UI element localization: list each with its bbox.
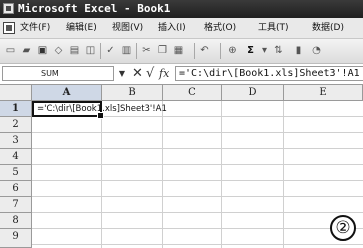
chart-icon[interactable]: ▮ — [292, 44, 305, 57]
toolbar-separator — [136, 43, 137, 59]
toolbar-separator — [100, 43, 101, 59]
gridline — [162, 101, 163, 248]
gridline — [32, 196, 363, 197]
chevron-down-icon[interactable]: ▼ — [117, 66, 127, 81]
row-header-7[interactable]: 7 — [0, 197, 32, 213]
new-icon[interactable]: ▭ — [4, 44, 17, 57]
column-header-d[interactable]: D — [222, 85, 284, 101]
paste-icon[interactable]: ▦ — [172, 44, 185, 57]
row-header-4[interactable]: 4 — [0, 149, 32, 165]
select-all-corner[interactable] — [0, 85, 32, 101]
gridline — [32, 132, 363, 133]
column-header-a[interactable]: A — [32, 85, 102, 101]
print-preview-icon[interactable]: ◫ — [84, 44, 97, 57]
menu-file[interactable]: 文件(F) — [20, 18, 50, 38]
gridline — [32, 228, 363, 229]
formula-bar: SUM ▼ ✕ √ fx ='C:\dir\[Book1.xls]Sheet3'… — [0, 64, 363, 85]
workbook-icon[interactable] — [3, 22, 15, 34]
insert-function-icon[interactable]: fx — [159, 65, 169, 82]
enter-icon[interactable]: √ — [146, 65, 154, 82]
toolbar-separator — [220, 43, 221, 59]
gridline — [32, 180, 363, 181]
row-header-9[interactable]: 9 — [0, 229, 32, 248]
autosum-dropdown-icon[interactable]: ▾ — [258, 44, 271, 57]
row-header-1[interactable]: 1 — [0, 101, 32, 117]
cancel-icon[interactable]: ✕ — [132, 65, 143, 82]
toolbar-separator — [194, 43, 195, 59]
permission-icon[interactable]: ◇ — [52, 44, 65, 57]
standard-toolbar: ▭ ▰ ▣ ◇ ▤ ◫ ✓ ▥ ✂ ❐ ▦ ↶ ⊕ Σ ▾ ⇅ ▮ ◔ — [0, 39, 363, 64]
print-icon[interactable]: ▤ — [68, 44, 81, 57]
sort-ascending-icon[interactable]: ⇅ — [272, 44, 285, 57]
gridline — [221, 101, 222, 248]
excel-window: Microsoft Excel - Book1 文件(F) 编辑(E) 视图(V… — [0, 0, 363, 248]
column-header-b[interactable]: B — [102, 85, 163, 101]
hyperlink-icon[interactable]: ⊕ — [226, 44, 239, 57]
row-header-3[interactable]: 3 — [0, 133, 32, 149]
menu-data[interactable]: 数据(D) — [312, 18, 344, 38]
save-icon[interactable]: ▣ — [36, 44, 49, 57]
research-icon[interactable]: ▥ — [120, 44, 133, 57]
gridline — [32, 164, 363, 165]
row-header-5[interactable]: 5 — [0, 165, 32, 181]
row-header-6[interactable]: 6 — [0, 181, 32, 197]
window-title: Microsoft Excel - Book1 — [18, 2, 171, 15]
undo-icon[interactable]: ↶ — [198, 44, 211, 57]
gridline — [101, 101, 102, 248]
formula-input[interactable]: ='C:\dir\[Book1.xls]Sheet3'!A1 — [175, 66, 363, 81]
gridline — [283, 101, 284, 248]
worksheet-grid: A B C D E 1 2 3 4 5 6 7 8 9 ='C:\dir\[Bo… — [0, 85, 363, 248]
row-header-8[interactable]: 8 — [0, 213, 32, 229]
menu-bar: 文件(F) 编辑(E) 视图(V) 插入(I) 格式(O) 工具(T) 数据(D… — [0, 18, 363, 39]
copy-icon[interactable]: ❐ — [156, 44, 169, 57]
cell-a1[interactable]: ='C:\dir\[Book1.xls]Sheet3'!A1 — [32, 101, 167, 119]
gridline — [32, 244, 363, 245]
open-icon[interactable]: ▰ — [20, 44, 33, 57]
name-box[interactable]: SUM — [2, 66, 114, 81]
row-header-2[interactable]: 2 — [0, 117, 32, 133]
drawing-icon[interactable]: ◔ — [310, 44, 323, 57]
menu-insert[interactable]: 插入(I) — [158, 18, 186, 38]
gridline — [32, 148, 363, 149]
excel-app-icon[interactable] — [3, 3, 14, 14]
menu-view[interactable]: 视图(V) — [112, 18, 143, 38]
column-header-e[interactable]: E — [284, 85, 363, 101]
title-bar: Microsoft Excel - Book1 — [0, 0, 363, 18]
autosum-icon[interactable]: Σ — [244, 44, 257, 57]
column-header-c[interactable]: C — [163, 85, 222, 101]
menu-format[interactable]: 格式(O) — [204, 18, 236, 38]
menu-tools[interactable]: 工具(T) — [258, 18, 289, 38]
menu-edit[interactable]: 编辑(E) — [66, 18, 97, 38]
fill-handle[interactable] — [97, 112, 104, 119]
cut-icon[interactable]: ✂ — [140, 44, 153, 57]
spelling-icon[interactable]: ✓ — [104, 44, 117, 57]
step-number-badge: ② — [330, 215, 356, 241]
gridline — [32, 212, 363, 213]
